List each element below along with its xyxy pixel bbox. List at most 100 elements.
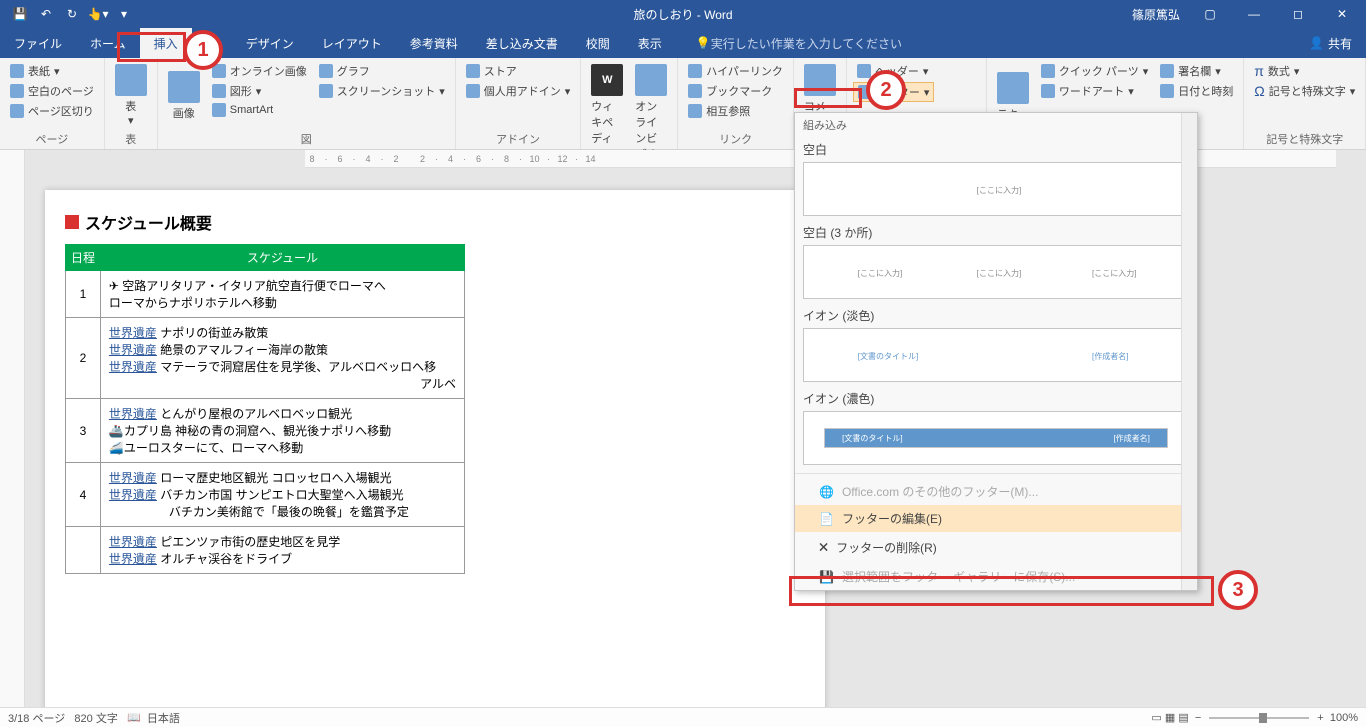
tab-mailings[interactable]: 差し込み文書 xyxy=(472,28,572,58)
hyperlink-icon xyxy=(688,64,702,78)
tell-me[interactable]: 💡 実行したい作業を入力してください xyxy=(696,28,902,58)
minimize-icon[interactable]: — xyxy=(1234,0,1274,28)
text: バチカン市国 サンピエトロ大聖堂へ入場観光 xyxy=(160,488,403,502)
online-pictures-button[interactable]: オンライン画像 xyxy=(208,62,311,80)
world-heritage-link[interactable]: 世界遺産 xyxy=(109,360,157,374)
tab-view[interactable]: 表示 xyxy=(624,28,676,58)
sig-label: 署名欄 xyxy=(1178,63,1211,79)
footer-option-ion-dark[interactable]: イオン (濃色) [文書のタイトル] [作成者名] xyxy=(795,386,1197,469)
customize-qat-icon[interactable]: ▾ xyxy=(112,2,136,26)
share-button[interactable]: 👤 共有 xyxy=(1295,28,1366,58)
user-name[interactable]: 篠原篤弘 xyxy=(1132,6,1180,23)
status-words[interactable]: 820 文字 xyxy=(74,710,117,726)
page-break-button[interactable]: ページ区切り xyxy=(6,102,98,120)
group-label-links: リンク xyxy=(684,129,787,147)
print-layout-icon[interactable]: ▦ xyxy=(1165,711,1175,724)
footer-option-blank[interactable]: 空白 [ここに入力] xyxy=(795,137,1197,220)
status-language[interactable]: 日本語 xyxy=(147,710,180,726)
equation-button[interactable]: π数式 ▾ xyxy=(1250,62,1359,80)
redo-icon[interactable]: ↻ xyxy=(60,2,84,26)
line: ✈ 空路アリタリア・イタリア航空直行便でローマへ xyxy=(109,277,456,294)
date-time-button[interactable]: 日付と時刻 xyxy=(1156,82,1237,100)
eq-label: 数式 xyxy=(1268,63,1290,79)
world-heritage-link[interactable]: 世界遺産 xyxy=(109,326,157,340)
zoom-slider[interactable] xyxy=(1209,717,1309,719)
prev-text: [作成者名] xyxy=(1092,351,1128,362)
save-icon[interactable]: 💾 xyxy=(8,2,32,26)
hyperlink-button[interactable]: ハイパーリンク xyxy=(684,62,787,80)
zoom-in-button[interactable]: + xyxy=(1317,712,1323,724)
wordart-label: ワードアート xyxy=(1059,83,1124,99)
edit-footer-item[interactable]: 📄フッターの編集(E) xyxy=(795,505,1197,532)
opt-title: 空白 xyxy=(803,141,1189,158)
quick-parts-icon xyxy=(1041,64,1055,78)
panel-scrollbar[interactable] xyxy=(1181,113,1197,590)
close-icon[interactable]: ✕ xyxy=(1322,0,1362,28)
pictures-button[interactable]: 画像 xyxy=(164,62,204,129)
tab-file[interactable]: ファイル xyxy=(0,28,76,58)
world-heritage-link[interactable]: 世界遺産 xyxy=(109,343,157,357)
tab-layout[interactable]: レイアウト xyxy=(308,28,396,58)
vertical-ruler[interactable] xyxy=(0,150,25,707)
shapes-button[interactable]: 図形 ▾ xyxy=(208,82,311,100)
world-heritage-link[interactable]: 世界遺産 xyxy=(109,407,157,421)
web-layout-icon[interactable]: ▤ xyxy=(1178,711,1188,724)
screenshot-label: スクリーンショット xyxy=(337,83,435,99)
edit-icon: 📄 xyxy=(819,512,834,526)
table-button[interactable]: 表▾ xyxy=(111,62,151,129)
table-row: 2 世界遺産 ナポリの街並み散策 世界遺産 絶景のアマルフィー海岸の散策 世界遺… xyxy=(66,318,465,399)
smartart-button[interactable]: SmartArt xyxy=(208,102,311,118)
crossref-icon xyxy=(688,104,702,118)
cover-page-button[interactable]: 表紙 ▾ xyxy=(6,62,98,80)
undo-icon[interactable]: ↶ xyxy=(34,2,58,26)
doc-heading: スケジュール概要 xyxy=(65,210,805,234)
maximize-icon[interactable]: ◻ xyxy=(1278,0,1318,28)
tab-review[interactable]: 校閲 xyxy=(572,28,624,58)
blank-page-button[interactable]: 空白のページ xyxy=(6,82,98,100)
zoom-level[interactable]: 100% xyxy=(1330,712,1358,724)
opt-title: 空白 (3 か所) xyxy=(803,224,1189,241)
textbox-icon xyxy=(997,72,1029,104)
cover-label: 表紙 xyxy=(28,63,50,79)
symbol-button[interactable]: Ω記号と特殊文字 ▾ xyxy=(1250,82,1359,100)
quick-parts-button[interactable]: クイック パーツ ▾ xyxy=(1037,62,1152,80)
world-heritage-link[interactable]: 世界遺産 xyxy=(109,535,157,549)
ribbon-options-icon[interactable]: ▢ xyxy=(1190,0,1230,28)
zoom-thumb[interactable] xyxy=(1259,713,1267,723)
remove-footer-item[interactable]: 🗙フッターの削除(R) xyxy=(795,532,1197,563)
document-page[interactable]: スケジュール概要 日程スケジュール 1 ✈ 空路アリタリア・イタリア航空直行便で… xyxy=(45,190,825,707)
chart-button[interactable]: グラフ xyxy=(315,62,449,80)
bookmark-icon xyxy=(688,84,702,98)
tab-references[interactable]: 参考資料 xyxy=(396,28,472,58)
crossref-button[interactable]: 相互参照 xyxy=(684,102,787,120)
text: 絶景のアマルフィー海岸の散策 xyxy=(160,343,328,357)
read-mode-icon[interactable]: ▭ xyxy=(1151,711,1161,724)
screenshot-button[interactable]: スクリーンショット ▾ xyxy=(315,82,449,100)
proofing-icon[interactable]: 📖 xyxy=(127,711,141,724)
blank-page-icon xyxy=(10,84,24,98)
world-heritage-link[interactable]: 世界遺産 xyxy=(109,471,157,485)
more-footers-item[interactable]: 🌐Office.com のその他のフッター(M)... xyxy=(795,478,1197,505)
footer-option-blank3[interactable]: 空白 (3 か所) [ここに入力] [ここに入力] [ここに入力] xyxy=(795,220,1197,303)
heading-text: スケジュール概要 xyxy=(85,210,212,234)
bookmark-button[interactable]: ブックマーク xyxy=(684,82,787,100)
signature-icon xyxy=(1160,64,1174,78)
online-video-button[interactable]: オンラインビデオ xyxy=(631,62,671,164)
zoom-out-button[interactable]: − xyxy=(1195,712,1201,724)
footer-option-ion-light[interactable]: イオン (淡色) [文書のタイトル] [作成者名] xyxy=(795,303,1197,386)
opt-preview: [ここに入力] xyxy=(803,162,1189,216)
world-heritage-link[interactable]: 世界遺産 xyxy=(109,552,157,566)
touch-mode-icon[interactable]: 👆▾ xyxy=(86,2,110,26)
table-icon xyxy=(115,64,147,96)
tab-design[interactable]: デザイン xyxy=(232,28,308,58)
prev-text: [ここに入力] xyxy=(977,185,1021,196)
wordart-button[interactable]: ワードアート ▾ xyxy=(1037,82,1152,100)
signature-button[interactable]: 署名欄 ▾ xyxy=(1156,62,1237,80)
world-heritage-link[interactable]: 世界遺産 xyxy=(109,488,157,502)
my-addins-button[interactable]: 個人用アドイン ▾ xyxy=(462,82,575,100)
status-page[interactable]: 3/18 ページ xyxy=(8,710,65,726)
screenshot-icon xyxy=(319,84,333,98)
store-button[interactable]: ストア xyxy=(462,62,575,80)
wikipedia-button[interactable]: Wウィキペディア xyxy=(587,62,627,164)
cover-page-icon xyxy=(10,64,24,78)
